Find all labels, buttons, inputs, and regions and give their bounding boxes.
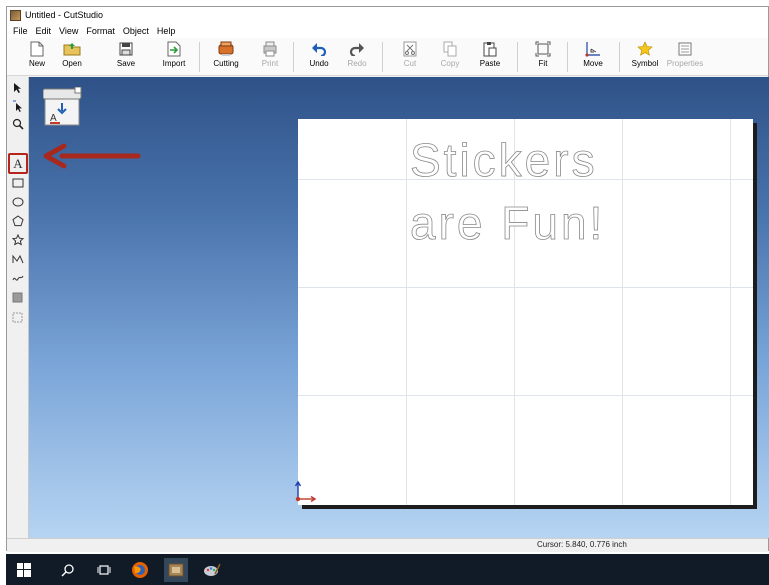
zoom-icon[interactable] [9,115,26,132]
sticker-text-line-1[interactable]: Stickers [410,133,598,187]
main-toolbar: New Open Save Import Cutting Print Undo … [7,38,768,76]
select-arrow-icon[interactable] [9,79,26,96]
fit-to-window-icon [534,40,552,58]
star-symbol-icon [636,40,654,58]
window-title: Untitled - CutStudio [25,10,104,20]
open-folder-icon [63,40,81,58]
menu-view[interactable]: View [55,26,82,36]
task-view-icon[interactable] [92,558,116,582]
windows-taskbar [6,554,769,585]
paste-button[interactable]: Paste [472,40,508,74]
freehand-icon[interactable] [9,269,26,286]
scissors-icon [401,40,419,58]
menu-edit[interactable]: Edit [32,26,56,36]
cutting-sheet[interactable]: Stickers are Fun! [294,119,753,505]
paint-app-icon[interactable] [200,558,224,582]
firefox-icon[interactable] [128,558,152,582]
polyline-icon[interactable] [9,250,26,267]
menu-format[interactable]: Format [82,26,119,36]
edit-points-icon[interactable] [9,97,26,114]
properties-icon [676,40,694,58]
symbol-button[interactable]: Symbol [627,40,663,74]
redo-arrow-icon [348,40,366,58]
text-tool-icon: A [13,155,23,171]
undo-button[interactable]: Undo [301,40,337,74]
redo-button[interactable]: Redo [339,40,375,74]
menu-file[interactable]: File [9,26,32,36]
status-bar: Cursor: 5.840, 0.776 inch [7,538,768,552]
import-icon [165,40,183,58]
new-button[interactable]: New [19,40,55,74]
star-icon[interactable] [9,231,26,248]
menu-bar: File Edit View Format Object Help [7,23,768,38]
callout-arrow-icon [43,143,141,169]
sticker-text-line-2[interactable]: are Fun! [410,196,605,250]
save-disk-icon [117,40,135,58]
ellipse-icon[interactable] [9,193,26,210]
cutter-machine-icon [217,40,235,58]
print-button[interactable]: Print [252,40,288,74]
copy-icon [441,40,459,58]
polygon-icon[interactable] [9,212,26,229]
cutter-device-icon[interactable]: A [42,86,83,129]
printer-icon [261,40,279,58]
rectangle-icon[interactable] [9,174,26,191]
copy-button[interactable]: Copy [432,40,468,74]
fill-icon[interactable] [9,289,26,306]
menu-help[interactable]: Help [153,26,180,36]
cutstudio-app-icon [10,9,21,21]
app-window: Untitled - CutStudio File Edit View Form… [6,6,769,552]
properties-button[interactable]: Properties [667,40,703,74]
import-button[interactable]: Import [156,40,192,74]
move-button[interactable]: Move [575,40,611,74]
cursor-position-readout: Cursor: 5.840, 0.776 inch [537,540,627,549]
move-icon [584,40,602,58]
menu-object[interactable]: Object [119,26,153,36]
search-icon[interactable] [56,558,80,582]
windows-start-icon[interactable] [12,558,36,582]
undo-arrow-icon [310,40,328,58]
title-bar: Untitled - CutStudio [7,7,768,23]
paste-clipboard-icon [481,40,499,58]
open-button[interactable]: Open [54,40,90,74]
cutstudio-taskbar-icon[interactable] [164,558,188,582]
save-button[interactable]: Save [108,40,144,74]
drawing-tools-bar: A [7,77,29,551]
cut-button[interactable]: Cut [392,40,428,74]
new-file-icon [28,40,46,58]
text-tool-button[interactable]: A [8,153,28,174]
fit-button[interactable]: Fit [525,40,561,74]
cutting-button[interactable]: Cutting [208,40,244,74]
origin-marker-icon [294,479,318,503]
cutout-icon[interactable] [9,309,26,326]
